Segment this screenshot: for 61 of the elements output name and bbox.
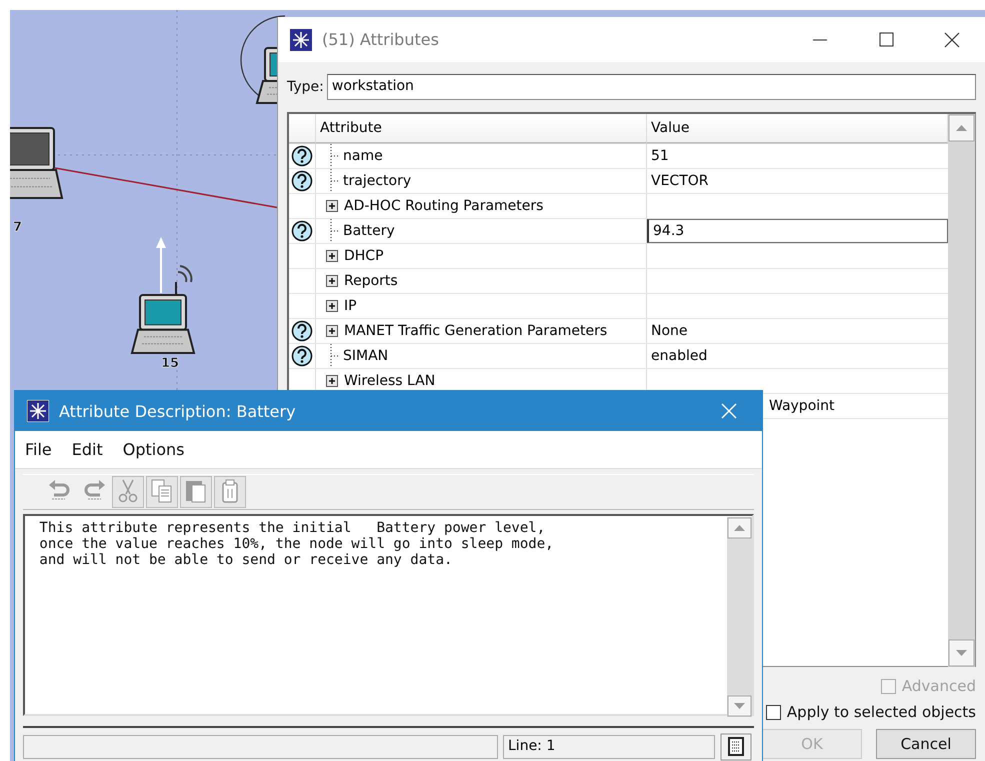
- attribute-value: VECTOR: [651, 173, 708, 189]
- node-label: 15: [161, 356, 180, 371]
- node-label: 7: [13, 220, 22, 235]
- scrollbar[interactable]: [948, 114, 975, 667]
- checkbox-option[interactable]: Apply to selected objects: [766, 703, 976, 721]
- expand-icon[interactable]: [326, 250, 338, 262]
- scrollbar[interactable]: [727, 517, 752, 717]
- header-cell: [289, 114, 316, 143]
- attribute-value: Waypoint: [769, 398, 835, 414]
- help-icon[interactable]: [291, 145, 313, 167]
- expand-icon[interactable]: [326, 275, 338, 287]
- attribute-name: name: [343, 148, 383, 164]
- attribute-name: SIMAN: [343, 348, 388, 364]
- attribute-name: AD-HOC Routing Parameters: [344, 198, 544, 214]
- laptop-icon[interactable]: [130, 265, 196, 354]
- dialog-button: OK: [762, 729, 862, 759]
- table-row[interactable]: MANET Traffic Generation Parameters None: [289, 319, 948, 344]
- type-label: Type:: [287, 79, 324, 95]
- expand-icon[interactable]: [326, 300, 338, 312]
- help-icon[interactable]: [291, 220, 313, 242]
- type-field[interactable]: workstation: [326, 74, 976, 100]
- expand-icon[interactable]: [326, 375, 338, 387]
- checkbox-option: Advanced: [880, 677, 976, 695]
- column-header[interactable]: Attribute: [316, 114, 647, 143]
- attribute-value: enabled: [651, 348, 708, 364]
- laptop-icon[interactable]: [10, 127, 64, 199]
- help-icon[interactable]: [291, 320, 313, 342]
- attribute-name: Wireless LAN: [344, 373, 436, 389]
- app-icon: [27, 400, 49, 422]
- attribute-name: Battery: [343, 223, 395, 239]
- attribute-name: trajectory: [343, 173, 412, 189]
- attribute-name: DHCP: [344, 248, 384, 264]
- expand-icon[interactable]: [326, 200, 338, 212]
- attribute-name: IP: [344, 298, 357, 314]
- help-icon[interactable]: [291, 170, 313, 192]
- menu-item[interactable]: Edit: [72, 440, 103, 459]
- attribute-value: None: [651, 323, 688, 339]
- value-field[interactable]: 94.3: [647, 219, 948, 243]
- notepad-icon[interactable]: [720, 733, 752, 761]
- attribute-name: MANET Traffic Generation Parameters: [344, 323, 608, 339]
- menu-item[interactable]: File: [25, 440, 52, 459]
- line-indicator: Line: 1: [503, 735, 715, 759]
- attribute-value: 51: [651, 148, 669, 164]
- help-icon[interactable]: [291, 345, 313, 367]
- table-row[interactable]: name 51: [289, 144, 948, 169]
- app-icon: [290, 28, 312, 50]
- column-header[interactable]: Value: [647, 114, 948, 143]
- table-row[interactable]: SIMAN enabled: [289, 344, 948, 369]
- expand-icon[interactable]: [326, 325, 338, 337]
- attribute-name: Reports: [344, 273, 398, 289]
- direction-arrow: [156, 237, 166, 293]
- table-row[interactable]: Reports: [289, 269, 948, 294]
- menu-item[interactable]: Options: [122, 440, 184, 459]
- checkbox[interactable]: [766, 704, 781, 720]
- window-title: (51) Attributes: [322, 30, 439, 49]
- table-row[interactable]: IP: [289, 294, 948, 319]
- table-row[interactable]: Battery 94.3: [289, 219, 948, 244]
- dialog-button[interactable]: Cancel: [876, 729, 976, 759]
- table-row[interactable]: trajectory VECTOR: [289, 169, 948, 194]
- window-title: Attribute Description: Battery: [59, 402, 296, 420]
- table-row[interactable]: DHCP: [289, 244, 948, 269]
